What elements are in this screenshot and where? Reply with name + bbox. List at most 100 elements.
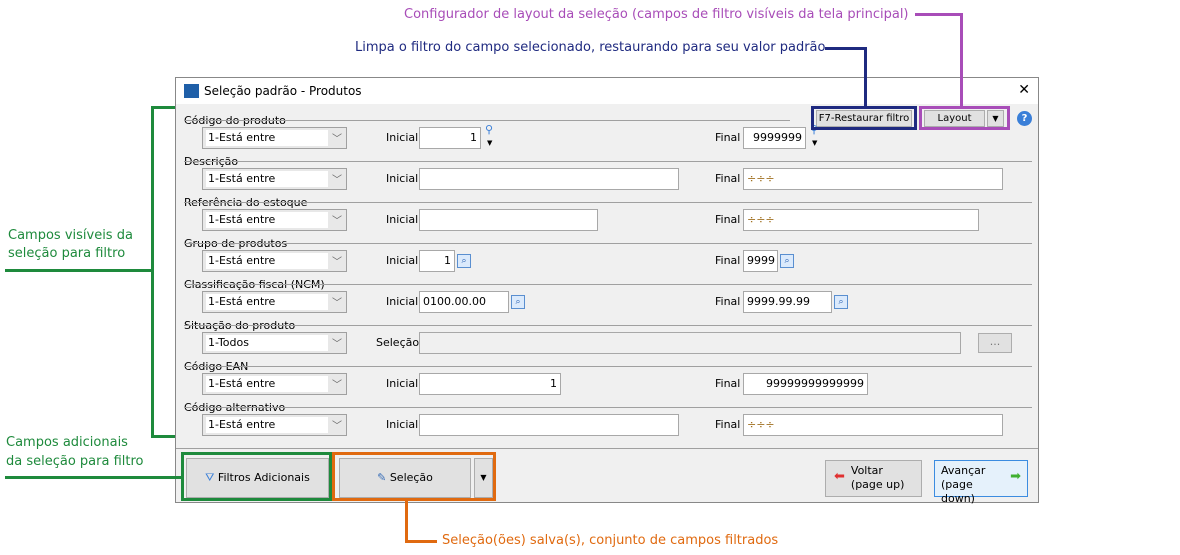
- operator-select[interactable]: 1-Está entre ﹀: [202, 250, 347, 272]
- initial-label: Inicial: [386, 172, 419, 185]
- operator-value: 1-Está entre: [206, 253, 328, 269]
- group-separator: [184, 407, 1032, 408]
- operator-value: 1-Está entre: [206, 212, 328, 228]
- additional-line1: Campos adicionais: [6, 435, 128, 450]
- final-input[interactable]: ÷÷÷: [743, 209, 979, 231]
- caret-down-icon[interactable]: ▼: [487, 139, 492, 147]
- dialog-window: Seleção padrão - Produtos ✕ F7-Restaurar…: [175, 77, 1039, 505]
- selection-highlight: [332, 452, 496, 501]
- operator-select[interactable]: 1-Está entre ﹀: [202, 127, 347, 149]
- final-input[interactable]: ÷÷÷: [743, 414, 1003, 436]
- initial-input[interactable]: [419, 168, 679, 190]
- final-input[interactable]: 9999999: [743, 127, 806, 149]
- visible-fields-line2: seleção para filtro: [8, 246, 126, 261]
- group-separator: [184, 284, 1032, 285]
- search-icon[interactable]: ⚲: [485, 123, 493, 136]
- group-separator: [184, 202, 1032, 203]
- operator-select[interactable]: 1-Está entre ﹀: [202, 373, 347, 395]
- selection-connector: [405, 500, 437, 543]
- initial-input[interactable]: 1: [419, 373, 561, 395]
- operator-select[interactable]: 1-Está entre ﹀: [202, 209, 347, 231]
- initial-input[interactable]: 1: [419, 250, 455, 272]
- operator-select[interactable]: 1-Está entre ﹀: [202, 414, 347, 436]
- initial-input[interactable]: [419, 414, 679, 436]
- initial-label: Inicial: [386, 295, 419, 308]
- additional-filters-highlight: [181, 452, 332, 501]
- initial-label: Inicial: [386, 377, 419, 390]
- layout-connector: [915, 13, 963, 107]
- final-label: Final: [715, 418, 741, 431]
- operator-value: 1-Está entre: [206, 171, 328, 187]
- layout-highlight: [919, 106, 1010, 130]
- arrow-right-icon: ➡: [1010, 469, 1021, 484]
- chevron-down-icon: ﹀: [332, 380, 342, 391]
- operator-value: 1-Está entre: [206, 294, 328, 310]
- operator-value: 1-Todos: [206, 335, 328, 351]
- group-separator: [184, 366, 1032, 367]
- close-icon[interactable]: ✕: [1018, 82, 1030, 98]
- initial-label: Inicial: [386, 213, 419, 226]
- chevron-down-icon: ﹀: [332, 339, 342, 350]
- final-label: Final: [715, 172, 741, 185]
- visible-fields-connector: [5, 269, 152, 272]
- saved-selection-annotation: Seleção(ões) salva(s), conjunto de campo…: [442, 533, 779, 548]
- lookup-icon[interactable]: ⌕: [511, 295, 525, 309]
- arrow-left-icon: ⬅: [834, 469, 845, 484]
- group-separator: [184, 243, 1032, 244]
- restore-connector: [825, 47, 867, 107]
- back-button[interactable]: ⬅ Voltar (page up): [825, 460, 922, 497]
- lookup-icon[interactable]: ⌕: [780, 254, 794, 268]
- chevron-down-icon: ﹀: [332, 257, 342, 268]
- chevron-down-icon: ﹀: [332, 216, 342, 227]
- operator-select[interactable]: 1-Todos ﹀: [202, 332, 347, 354]
- footer-divider: [176, 448, 1038, 449]
- final-input[interactable]: 9999.99.99: [743, 291, 832, 313]
- restore-annotation: Limpa o filtro do campo selecionado, res…: [355, 40, 826, 55]
- chevron-down-icon: ﹀: [332, 175, 342, 186]
- final-label: Final: [715, 295, 741, 308]
- initial-input[interactable]: 0100.00.00: [419, 291, 509, 313]
- group-separator: [184, 325, 1032, 326]
- back-shortcut: (page up): [850, 478, 905, 491]
- final-label: Final: [715, 213, 741, 226]
- restore-highlight: [811, 106, 917, 130]
- final-input[interactable]: 9999: [743, 250, 778, 272]
- title-bar: Seleção padrão - Produtos ✕: [176, 78, 1038, 104]
- caret-down-icon[interactable]: ▼: [812, 139, 817, 147]
- initial-label: Inicial: [386, 418, 419, 431]
- next-label: Avançar: [941, 464, 986, 477]
- layout-annotation: Configurador de layout da seleção (campo…: [404, 7, 909, 22]
- visible-fields-bracket: [151, 106, 175, 438]
- lookup-icon[interactable]: ⌕: [457, 254, 471, 268]
- additional-fields-annotation: Campos adicionais da seleção para filtro: [6, 433, 144, 471]
- chevron-down-icon: ﹀: [332, 298, 342, 309]
- lookup-icon[interactable]: ⌕: [834, 295, 848, 309]
- browse-button[interactable]: ...: [978, 333, 1012, 353]
- operator-value: 1-Está entre: [206, 376, 328, 392]
- final-input[interactable]: 99999999999999: [743, 373, 868, 395]
- next-button[interactable]: ➡ Avançar (page down): [934, 460, 1028, 505]
- final-label: Final: [715, 131, 741, 144]
- final-label: Final: [715, 377, 741, 390]
- final-input[interactable]: ÷÷÷: [743, 168, 1003, 190]
- initial-label: Inicial: [386, 254, 419, 267]
- additional-line2: da seleção para filtro: [6, 454, 144, 469]
- initial-label: Inicial: [386, 131, 419, 144]
- operator-select[interactable]: 1-Está entre ﹀: [202, 168, 347, 190]
- next-shortcut: (page down): [941, 478, 975, 505]
- back-label: Voltar: [850, 464, 883, 477]
- additional-connector: [5, 476, 182, 479]
- group-separator: [184, 120, 790, 121]
- help-icon[interactable]: ?: [1017, 111, 1032, 126]
- selection-input[interactable]: [419, 332, 961, 354]
- app-icon: [184, 84, 199, 98]
- window-title: Seleção padrão - Produtos: [204, 84, 362, 98]
- operator-select[interactable]: 1-Está entre ﹀: [202, 291, 347, 313]
- visible-fields-line1: Campos visíveis da: [8, 228, 133, 243]
- initial-input[interactable]: 1: [419, 127, 481, 149]
- initial-input[interactable]: [419, 209, 598, 231]
- group-separator: [184, 161, 1032, 162]
- final-label: Final: [715, 254, 741, 267]
- selection-label: Seleção: [376, 336, 420, 349]
- operator-value: 1-Está entre: [206, 417, 328, 433]
